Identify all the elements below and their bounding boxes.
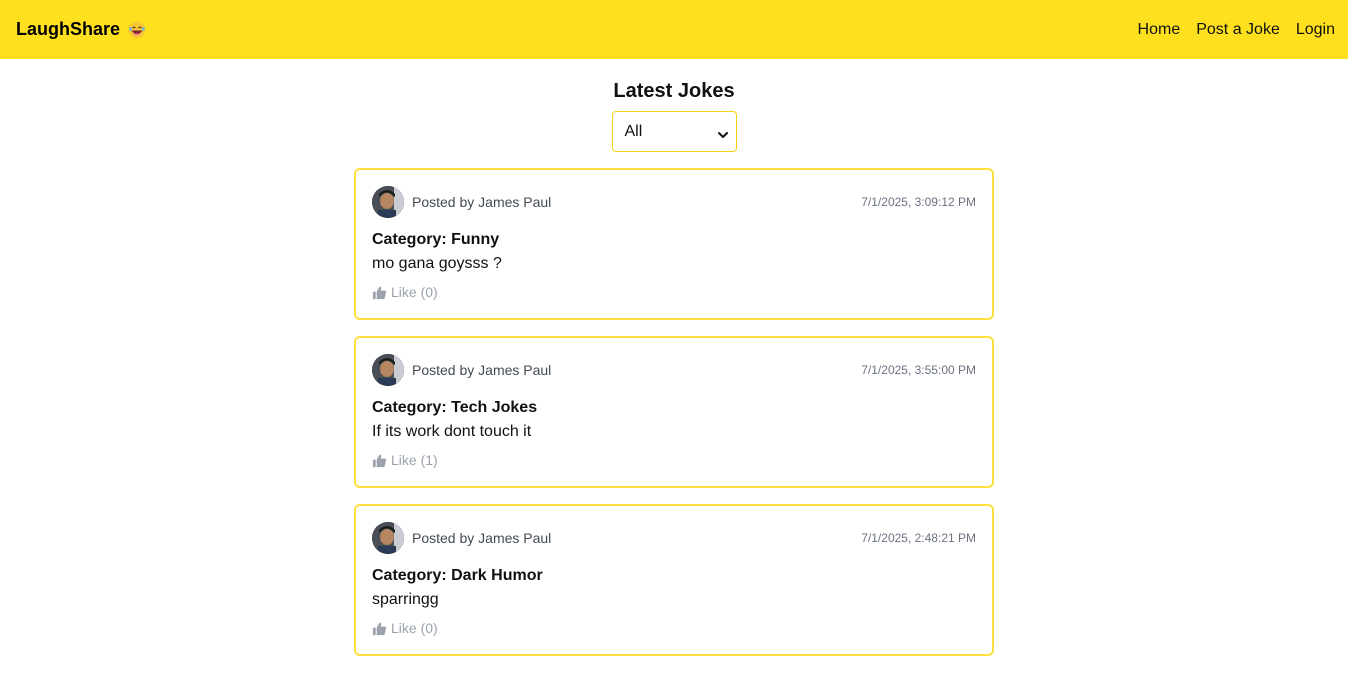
card-header: Posted by James Paul 7/1/2025, 2:48:21 P… (372, 522, 976, 554)
chevron-down-icon (717, 127, 728, 138)
author: Posted by James Paul (372, 186, 551, 218)
joke-text: mo gana goysss ? (372, 255, 502, 272)
timestamp: 7/1/2025, 3:09:12 PM (861, 195, 976, 209)
like-button[interactable]: Like (0) (372, 618, 976, 638)
thumbs-up-icon (372, 453, 387, 468)
card-header: Posted by James Paul 7/1/2025, 3:55:00 P… (372, 354, 976, 386)
avatar (372, 522, 404, 554)
page-title: Latest Jokes (613, 80, 735, 102)
joke-text: If its work dont touch it (372, 423, 532, 440)
joke-category: Category: Tech Jokes (372, 399, 538, 416)
like-label: Like (0) (391, 620, 438, 636)
like-button[interactable]: Like (0) (372, 282, 976, 302)
joke-category: Category: Funny (372, 231, 500, 248)
main-content: Latest Jokes All Posted by James Paul 7/… (354, 59, 994, 656)
posted-by: Posted by James Paul (412, 530, 552, 546)
category-filter-value: All (624, 122, 643, 140)
thumbs-up-icon (372, 621, 387, 636)
avatar (372, 186, 404, 218)
brand-name: LaughShare (16, 19, 121, 39)
category-filter-select[interactable]: All (611, 111, 737, 152)
timestamp: 7/1/2025, 2:48:21 PM (861, 531, 976, 545)
thumbs-up-icon (372, 285, 387, 300)
nav-link-home[interactable]: Home (1138, 21, 1181, 39)
like-label: Like (1) (391, 452, 438, 468)
avatar (372, 354, 404, 386)
joke-card: Posted by James Paul 7/1/2025, 3:55:00 P… (354, 336, 994, 488)
laughing-face-emoji-icon (128, 21, 146, 39)
author: Posted by James Paul (372, 354, 551, 386)
brand-logo[interactable]: LaughShare (16, 19, 146, 40)
like-button[interactable]: Like (1) (372, 450, 976, 470)
card-header: Posted by James Paul 7/1/2025, 3:09:12 P… (372, 186, 976, 218)
author: Posted by James Paul (372, 522, 551, 554)
like-label: Like (0) (391, 284, 438, 300)
joke-card: Posted by James Paul 7/1/2025, 2:48:21 P… (354, 504, 994, 656)
navbar: LaughShare Home Post a Joke Login (0, 0, 1348, 59)
posted-by: Posted by James Paul (412, 194, 552, 210)
filter-wrap: All (354, 111, 994, 152)
nav-link-post-joke[interactable]: Post a Joke (1196, 21, 1280, 39)
posted-by: Posted by James Paul (412, 362, 552, 378)
timestamp: 7/1/2025, 3:55:00 PM (861, 363, 976, 377)
joke-card: Posted by James Paul 7/1/2025, 3:09:12 P… (354, 168, 994, 320)
joke-category: Category: Dark Humor (372, 567, 543, 584)
nav-link-login[interactable]: Login (1296, 21, 1335, 39)
nav-links: Home Post a Joke Login (1122, 21, 1335, 39)
joke-text: sparringg (372, 591, 439, 608)
